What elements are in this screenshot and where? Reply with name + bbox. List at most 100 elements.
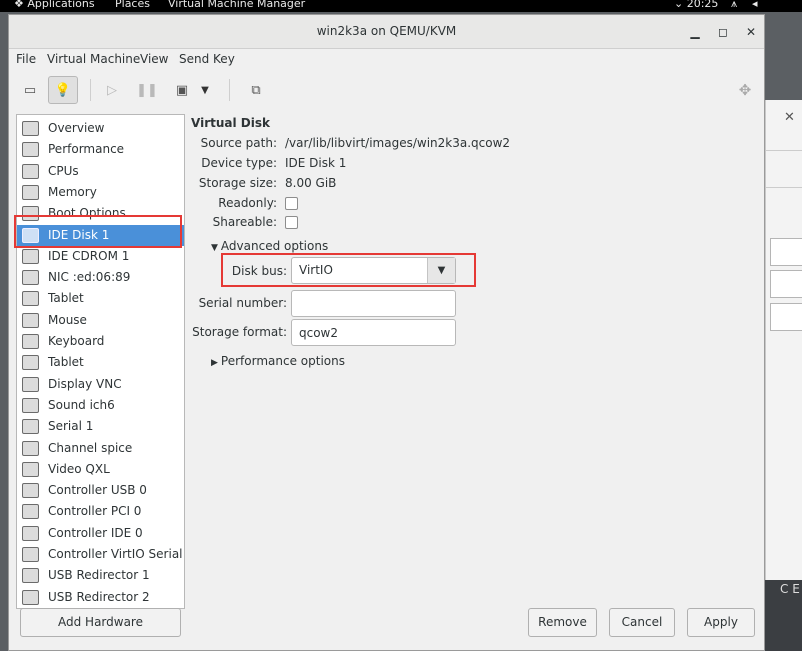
controller-icon — [22, 547, 39, 562]
serial-number-input[interactable] — [292, 291, 455, 316]
storage-size-value: 8.00 GiB — [285, 176, 337, 190]
sidebar-item-label: Tablet — [48, 355, 84, 370]
toolbar-separator — [90, 79, 91, 101]
storage-format-label: Storage format: — [192, 325, 287, 339]
cpu-icon — [22, 163, 39, 179]
sidebar-item[interactable]: USB Redirector 2 — [17, 587, 184, 608]
sound-icon — [22, 397, 39, 413]
sidebar-item[interactable]: Performance — [17, 139, 184, 160]
sidebar-item-label: Tablet — [48, 291, 84, 306]
menu-file[interactable]: File — [16, 52, 36, 66]
shareable-checkbox[interactable] — [285, 216, 298, 229]
title-bar[interactable]: win2k3a on QEMU/KVM ▁ ◻ ✕ — [9, 15, 764, 49]
sidebar-item[interactable]: Memory — [17, 182, 184, 203]
sidebar-item-label: Memory — [48, 184, 97, 199]
device-type-label: Device type: — [201, 156, 277, 170]
sidebar-item[interactable]: Controller USB 0 — [17, 480, 184, 501]
sidebar-item-label: Serial 1 — [48, 419, 94, 434]
expander-closed-icon: ▶ — [211, 358, 218, 368]
sidebar-item-label: CPUs — [48, 163, 79, 178]
sidebar-item[interactable]: Overview — [17, 118, 184, 139]
sidebar-item[interactable]: NIC :ed:06:89 — [17, 267, 184, 288]
advanced-options-expander[interactable]: ▼ Advanced options — [211, 239, 328, 253]
sidebar-item-label: Controller USB 0 — [48, 483, 147, 498]
apply-button[interactable]: Apply — [687, 608, 755, 637]
tablet-icon — [22, 291, 39, 307]
sidebar-item[interactable]: Display VNC — [17, 374, 184, 395]
menu-send-key[interactable]: Send Key — [179, 52, 235, 66]
serial-number-field[interactable] — [291, 290, 456, 317]
close-icon[interactable]: ✕ — [742, 23, 760, 41]
maximize-icon[interactable]: ◻ — [714, 23, 732, 41]
performance-options-label: Performance options — [220, 354, 345, 368]
sidebar-item[interactable]: Mouse — [17, 310, 184, 331]
sidebar-item[interactable]: Tablet — [17, 288, 184, 309]
toolbar: ▭ 💡 ▷ ❚❚ ▣ ▼ ⧉ ✥ — [9, 73, 764, 107]
sidebar-item-label: Controller IDE 0 — [48, 525, 143, 540]
source-path-value: /var/lib/libvirt/images/win2k3a.qcow2 — [285, 136, 511, 150]
overview-icon — [22, 121, 39, 136]
sidebar-item-label: Sound ich6 — [48, 397, 115, 412]
nic-icon — [22, 270, 39, 286]
gnome-top-bar: ❖ Applications Places Virtual Machine Ma… — [0, 0, 802, 12]
vm-details-window: win2k3a on QEMU/KVM ▁ ◻ ✕ File Virtual M… — [8, 14, 765, 651]
sidebar-item-label: Controller PCI 0 — [48, 504, 142, 519]
sidebar-item-label: Channel spice — [48, 440, 133, 455]
snapshots-icon[interactable]: ⧉ — [241, 76, 271, 104]
menu-view[interactable]: View — [140, 52, 168, 66]
details-icon[interactable]: 💡 — [48, 76, 78, 104]
sidebar-item[interactable]: Controller VirtIO Serial 0 — [17, 544, 184, 565]
storage-size-label: Storage size: — [198, 176, 277, 190]
volume-icon[interactable]: ◂ — [752, 0, 758, 10]
sidebar-item-label: Overview — [48, 121, 105, 135]
sidebar-item-label: Performance — [48, 142, 125, 157]
storage-format-input[interactable] — [292, 320, 455, 345]
background-field — [770, 238, 802, 266]
sidebar-item-label: Controller VirtIO Serial 0 — [48, 547, 185, 561]
sidebar-item[interactable]: Sound ich6 — [17, 395, 184, 416]
storage-format-field[interactable] — [291, 319, 456, 346]
performance-icon — [22, 142, 39, 158]
mouse-icon — [22, 312, 39, 328]
chevron-down-icon[interactable]: ▼ — [197, 76, 213, 104]
sidebar-item[interactable]: Keyboard — [17, 331, 184, 352]
menu-virtual-machine[interactable]: Virtual Machine — [47, 52, 140, 66]
readonly-checkbox[interactable] — [285, 197, 298, 210]
sidebar-item[interactable]: IDE CDROM 1 — [17, 246, 184, 267]
fullscreen-icon[interactable]: ✥ — [730, 76, 760, 104]
console-icon[interactable]: ▭ — [15, 76, 45, 104]
clock[interactable]: ⌄ 20:25 — [674, 0, 718, 10]
sidebar-item[interactable]: Controller IDE 0 — [17, 523, 184, 544]
sidebar-item[interactable]: Tablet — [17, 352, 184, 373]
app-menu[interactable]: Virtual Machine Manager — [168, 0, 305, 10]
cancel-button[interactable]: Cancel — [609, 608, 675, 637]
hardware-list[interactable]: Overview Performance CPUs Memory Boot Option… — [16, 114, 185, 609]
cdrom-icon — [22, 248, 39, 264]
sidebar-item[interactable]: Serial 1 — [17, 416, 184, 437]
network-icon[interactable]: ⩚ — [731, 0, 737, 11]
background-close-icon: ✕ — [784, 110, 795, 125]
sidebar-item-label: Mouse — [48, 312, 87, 327]
window-title: win2k3a on QEMU/KVM — [316, 24, 457, 38]
remove-button[interactable]: Remove — [528, 608, 597, 637]
shutdown-icon[interactable]: ▣ — [167, 76, 197, 104]
sidebar-item[interactable]: USB Redirector 1 — [17, 565, 184, 586]
sidebar-item[interactable]: Controller PCI 0 — [17, 501, 184, 522]
applications-menu[interactable]: ❖ Applications — [14, 0, 95, 10]
add-hardware-button[interactable]: Add Hardware — [20, 608, 181, 637]
serial-icon — [22, 419, 39, 435]
places-menu[interactable]: Places — [115, 0, 150, 10]
sidebar-item-label: Keyboard — [48, 334, 105, 348]
run-icon[interactable]: ▷ — [97, 76, 127, 104]
pause-icon[interactable]: ❚❚ — [132, 76, 162, 104]
sidebar-item-label: USB Redirector 2 — [48, 589, 150, 604]
minimize-icon[interactable]: ▁ — [686, 23, 704, 41]
performance-options-expander[interactable]: ▶ Performance options — [211, 354, 345, 368]
background-graph — [770, 303, 802, 331]
sidebar-item[interactable]: CPUs — [17, 161, 184, 182]
highlight-box-selected-item — [14, 215, 182, 248]
sidebar-item[interactable]: Video QXL — [17, 459, 184, 480]
advanced-options-label: Advanced options — [220, 239, 329, 253]
readonly-label: Readonly: — [218, 196, 277, 210]
sidebar-item[interactable]: Channel spice — [17, 438, 184, 459]
